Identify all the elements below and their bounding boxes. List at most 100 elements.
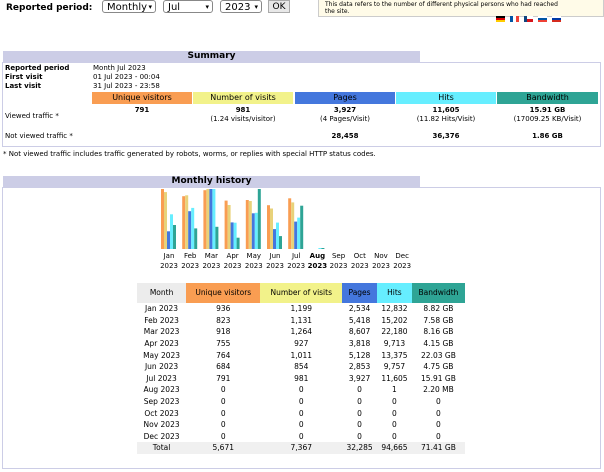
info-box: This data refers to the number of differ… — [318, 0, 604, 17]
chart-bar — [245, 200, 249, 249]
chart-year-label: 2023 — [307, 262, 328, 270]
row-value-cell: 0 — [357, 431, 362, 441]
ok-button[interactable]: OK — [268, 0, 290, 13]
chart-month-label: May — [246, 252, 262, 260]
chart-bar — [270, 208, 273, 249]
chart-bar — [300, 205, 304, 249]
flag-ru-icon[interactable] — [552, 16, 561, 22]
row-month-cell: Sep 2023 — [143, 397, 180, 407]
row-value-cell: 8.82 GB — [423, 304, 454, 314]
chart-bar — [224, 200, 228, 249]
viewed-visits: 981 — [235, 106, 251, 114]
row-value-cell: 3,818 — [348, 339, 371, 349]
table-row: Nov 2023 0 0 0 0 0 — [137, 419, 465, 431]
chart-month-label: Feb — [183, 252, 197, 260]
col-bandwidth: Bandwidth — [497, 92, 598, 104]
chart-bar — [248, 201, 252, 249]
row-value-cell: 0 — [357, 397, 362, 407]
chart-month-label: Sep — [331, 252, 346, 260]
chart-bar — [254, 212, 258, 249]
reported-period-value: Month Jul 2023 — [93, 64, 146, 72]
viewed-traffic-label: Viewed traffic * — [5, 112, 59, 120]
viewed-hits-sub: (11.82 Hits/Visit) — [416, 115, 476, 123]
chart-bar — [230, 222, 234, 249]
summary-title: Summary — [3, 51, 420, 62]
row-month-cell: Apr 2023 — [144, 339, 179, 349]
row-value-cell: 981 — [294, 373, 309, 383]
chart-month-label: Mar — [204, 252, 218, 260]
row-value-cell: 0 — [220, 408, 226, 418]
chart-bar — [318, 248, 322, 249]
row-value-cell: 0 — [392, 420, 397, 430]
row-value-cell: 22,180 — [381, 327, 408, 337]
year-select-value: 2023 — [225, 2, 251, 13]
not-viewed-bandwidth: 1.86 GB — [532, 132, 563, 140]
row-value-cell: 9,757 — [383, 362, 406, 372]
row-value-cell: 918 — [216, 327, 231, 337]
chart-bar — [267, 205, 270, 249]
info-text-line1: This data refers to the number of differ… — [325, 1, 558, 8]
row-value-cell: 0 — [392, 408, 397, 418]
flag-si-icon[interactable] — [538, 16, 547, 22]
row-value-cell: 755 — [216, 339, 231, 349]
col-pages: Pages — [295, 92, 395, 104]
footnote: * Not viewed traffic includes traffic ge… — [3, 150, 376, 158]
row-month-cell: May 2023 — [143, 350, 181, 360]
month-select[interactable]: Jul ▾ — [163, 0, 213, 13]
total-cell: 5,671 — [186, 442, 261, 454]
total-cell: Total — [137, 442, 187, 454]
chart-bar — [297, 217, 301, 249]
chart-year-label: 2023 — [181, 262, 200, 270]
row-value-cell: 854 — [294, 362, 309, 372]
row-value-cell: 927 — [294, 339, 309, 349]
chart-bar — [164, 192, 167, 249]
table-row: Aug 2023 0 0 0 1 2.20 MB — [137, 384, 465, 396]
row-value-cell: 0 — [392, 431, 397, 441]
flag-fr-icon[interactable] — [510, 16, 519, 22]
year-select[interactable]: 2023 ▾ — [220, 0, 262, 13]
row-value-cell: 0 — [357, 385, 362, 395]
chart-bar — [170, 214, 173, 249]
chart-bar — [215, 226, 219, 249]
chevron-down-icon: ▾ — [148, 3, 152, 11]
first-visit-value: 01 Jul 2023 - 00:04 — [93, 73, 160, 81]
row-month-cell: Nov 2023 — [143, 420, 180, 430]
table-row: Jan 2023 936 1,199 2,534 12,832 8.82 GB — [137, 303, 465, 315]
row-month-cell: Oct 2023 — [144, 408, 179, 418]
row-month-cell: Mar 2023 — [143, 327, 180, 337]
row-value-cell: 0 — [357, 420, 362, 430]
viewed-hits: 11,605 — [432, 106, 460, 114]
period-type-select[interactable]: Monthly ▾ — [102, 0, 156, 13]
info-text-line2: the site. — [325, 8, 350, 15]
chart-bar — [173, 225, 176, 249]
viewed-unique-visitors: 791 — [134, 106, 150, 114]
chart-bar — [294, 221, 298, 249]
row-month-cell: Jan 2023 — [145, 304, 179, 314]
row-value-cell: 13,375 — [381, 350, 408, 360]
row-value-cell: 0 — [298, 420, 304, 430]
row-value-cell: 1,264 — [290, 327, 312, 337]
th-month: Month — [137, 283, 187, 303]
not-viewed-hits: 36,376 — [432, 132, 460, 140]
chart-year-label: 2023 — [372, 262, 390, 270]
row-value-cell: 22.03 GB — [421, 350, 456, 360]
row-value-cell: 2,853 — [348, 362, 371, 372]
chart-bar — [257, 189, 261, 249]
chart-bar — [167, 231, 170, 249]
row-value-cell: 0 — [298, 397, 304, 407]
row-value-cell: 0 — [436, 408, 441, 418]
row-value-cell: 0 — [298, 385, 304, 395]
table-row: Dec 2023 0 0 0 0 0 — [137, 431, 465, 443]
chart-month-label: Oct — [353, 252, 366, 260]
chart-year-label: 2023 — [393, 262, 412, 270]
flag-cz-icon[interactable] — [524, 16, 533, 22]
viewed-bandwidth: 15.91 GB — [529, 106, 566, 114]
table-row: Jun 2023 684 854 2,853 9,757 4.75 GB — [137, 361, 465, 373]
reported-period-label: Reported period: — [6, 3, 93, 13]
month-select-value: Jul — [168, 2, 181, 13]
chart-year-label: 2023 — [160, 262, 178, 270]
flag-de-icon[interactable] — [496, 16, 505, 22]
row-value-cell: 4.15 GB — [423, 339, 454, 349]
chart-month-label: Jan — [163, 252, 175, 260]
row-month-cell: Jul 2023 — [146, 373, 177, 383]
